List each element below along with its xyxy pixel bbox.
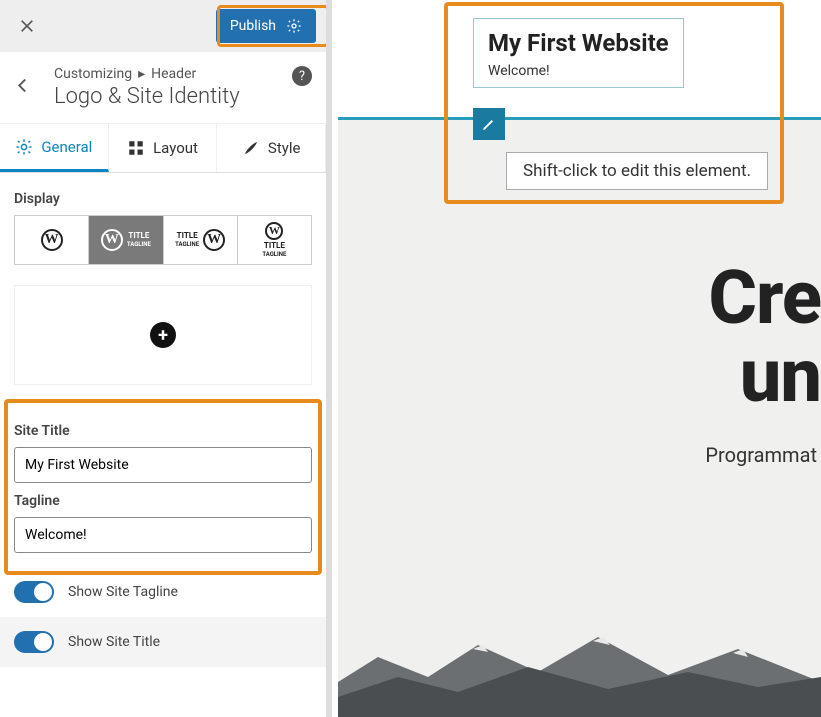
hero-heading-line1: Cre <box>705 260 821 338</box>
preview-tagline: Welcome! <box>488 63 669 79</box>
site-title-label: Site Title <box>14 423 312 439</box>
topbar: Publish <box>0 0 326 52</box>
plus-icon: + <box>150 322 176 348</box>
site-title-input[interactable] <box>14 447 312 483</box>
toggle-show-title-label: Show Site Title <box>68 634 160 650</box>
breadcrumb-section: Header <box>151 66 196 82</box>
display-label: Display <box>14 191 312 207</box>
chevron-left-icon <box>14 76 32 94</box>
edit-tooltip: Shift-click to edit this element. <box>506 152 768 190</box>
wordpress-logo-icon: W <box>41 229 63 251</box>
display-options: W W TITLETAGLINE TITLETAGLINE W W TITLET… <box>14 215 312 265</box>
add-block-button[interactable]: + <box>14 285 312 385</box>
preview-pane: My First Website Welcome! Shift-click to… <box>338 0 821 717</box>
display-section: Display W W TITLETAGLINE TITLETAGLINE W … <box>0 173 326 271</box>
preview-header: My First Website Welcome! <box>338 0 821 120</box>
back-button[interactable] <box>14 75 32 100</box>
identity-form: Site Title Tagline <box>0 399 326 567</box>
toggle-show-tagline-label: Show Site Tagline <box>68 584 178 600</box>
toggle-show-tagline-row: Show Site Tagline <box>0 567 326 617</box>
gear-icon <box>286 18 302 34</box>
breadcrumb: Customizing ▸ Header Logo & Site Identit… <box>0 52 326 124</box>
hero-subtext: Programmat <box>705 443 817 467</box>
tab-style[interactable]: Style <box>217 124 326 172</box>
tagline-input[interactable] <box>14 517 312 553</box>
close-icon <box>19 18 35 34</box>
gear-icon <box>15 138 33 156</box>
display-opt-logo-over-title[interactable]: W TITLETAGLINE <box>238 216 311 264</box>
edit-element-button[interactable] <box>473 108 505 140</box>
tab-layout-label: Layout <box>153 139 198 157</box>
pencil-icon <box>481 116 497 132</box>
layout-icon <box>127 139 145 157</box>
publish-label: Publish <box>230 18 276 34</box>
wordpress-logo-icon: W <box>101 229 123 251</box>
wordpress-logo-icon: W <box>265 222 283 240</box>
tabs: General Layout Style <box>0 124 326 173</box>
site-identity-box[interactable]: My First Website Welcome! <box>473 18 684 88</box>
tagline-label: Tagline <box>14 493 312 509</box>
hero-heading-line2: un <box>705 338 821 416</box>
tab-layout[interactable]: Layout <box>109 124 218 172</box>
customizer-sidebar: Publish Customizing ▸ Header Logo & Site… <box>0 0 332 717</box>
toggle-show-tagline[interactable] <box>14 581 54 603</box>
toggle-show-title-row: Show Site Title <box>0 617 326 667</box>
breadcrumb-customizing: Customizing <box>54 66 132 82</box>
hero-section: Cre un Programmat <box>705 260 821 467</box>
tab-general-label: General <box>41 138 92 156</box>
tab-style-label: Style <box>268 139 301 157</box>
help-button[interactable]: ? <box>292 66 312 86</box>
close-button[interactable] <box>10 9 44 43</box>
brush-icon <box>242 139 260 157</box>
display-opt-title-tagline-logo[interactable]: TITLETAGLINE W <box>164 216 238 264</box>
chevron-right-icon: ▸ <box>138 66 145 82</box>
display-opt-logo[interactable]: W <box>15 216 89 264</box>
display-opt-logo-title-tagline-inline[interactable]: W TITLETAGLINE <box>89 216 163 264</box>
preview-site-title: My First Website <box>488 29 669 57</box>
toggle-show-title[interactable] <box>14 631 54 653</box>
tab-general[interactable]: General <box>0 124 109 172</box>
wordpress-logo-icon: W <box>203 229 225 251</box>
page-title: Logo & Site Identity <box>54 84 326 109</box>
mountain-image <box>338 627 821 717</box>
publish-button[interactable]: Publish <box>216 9 316 43</box>
